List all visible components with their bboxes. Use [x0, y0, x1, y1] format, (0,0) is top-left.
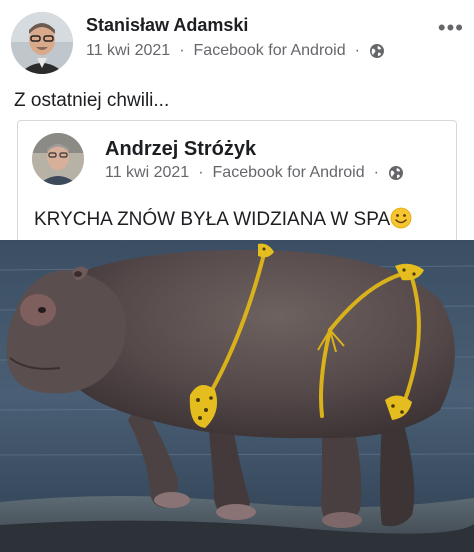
more-options-icon[interactable]: •••: [438, 17, 464, 39]
shared-post-source: Facebook for Android: [212, 164, 365, 181]
meta-separator: ·: [373, 164, 379, 181]
meta-separator: ·: [354, 42, 360, 59]
shared-post-card[interactable]: Andrzej Stróżyk 11 kwi 2021 · Facebook f…: [17, 120, 457, 241]
globe-icon[interactable]: [388, 165, 404, 181]
facebook-post: Stanisław Adamski 11 kwi 2021 · Facebook…: [0, 0, 474, 552]
shared-post-text: KRYCHA ZNÓW BYŁA WIDZIANA W SPA: [34, 207, 412, 231]
shared-author-name[interactable]: Andrzej Stróżyk: [105, 138, 256, 161]
post-date[interactable]: 11 kwi 2021: [86, 42, 170, 60]
smiling-face-icon: [390, 207, 412, 229]
shared-text-content: KRYCHA ZNÓW BYŁA WIDZIANA W SPA: [34, 209, 391, 230]
author-avatar[interactable]: [11, 12, 73, 74]
post-text: Z ostatniej chwili...: [14, 90, 170, 111]
post-source: Facebook for Android: [193, 42, 346, 59]
author-name[interactable]: Stanisław Adamski: [86, 15, 248, 36]
shared-post-date[interactable]: 11 kwi 2021: [105, 164, 189, 182]
shared-author-avatar[interactable]: [32, 133, 84, 185]
meta-separator: ·: [179, 42, 185, 59]
shared-post-meta: 11 kwi 2021 · Facebook for Android ·: [105, 164, 404, 182]
meta-separator: ·: [198, 164, 204, 181]
post-meta: 11 kwi 2021 · Facebook for Android ·: [86, 42, 385, 60]
hippo-photo[interactable]: [0, 240, 474, 552]
globe-icon[interactable]: [369, 43, 385, 59]
